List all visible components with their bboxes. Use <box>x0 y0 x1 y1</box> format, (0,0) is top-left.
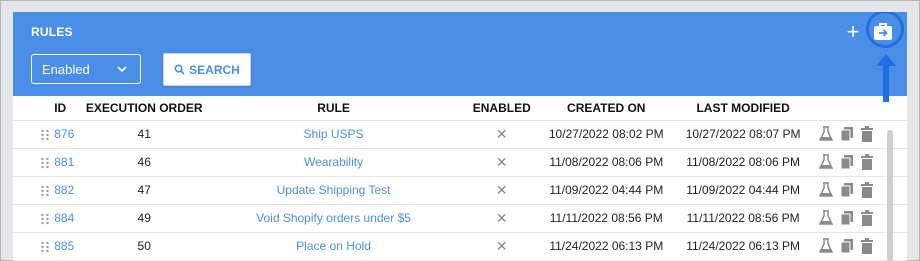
page-title: RULES <box>31 25 73 39</box>
created-on: 11/09/2022 04:44 PM <box>539 176 674 205</box>
last-modified: 10/27/2022 08:07 PM <box>673 120 813 149</box>
col-header-enabled[interactable]: ENABLED <box>464 96 540 121</box>
search-label: SEARCH <box>189 62 240 77</box>
col-header-id[interactable]: ID <box>54 96 86 121</box>
highlight-ring <box>866 12 904 48</box>
drag-handle[interactable] <box>13 204 55 233</box>
add-rule-button[interactable]: + <box>843 20 863 44</box>
plus-icon: + <box>846 19 860 44</box>
table-row[interactable]: 882 47 Update Shipping Test ✕ 11/09/2022… <box>13 176 907 205</box>
trash-icon[interactable] <box>861 238 874 254</box>
drag-handle-icon <box>41 185 49 197</box>
created-on: 10/27/2022 08:02 PM <box>539 120 674 149</box>
rule-id-link[interactable]: 876 <box>54 120 86 149</box>
rule-name-link[interactable]: Update Shipping Test <box>202 176 465 205</box>
drag-handle-icon <box>41 157 49 169</box>
rule-id-link[interactable]: 882 <box>54 176 86 205</box>
drag-handle[interactable] <box>13 232 55 261</box>
copy-icon[interactable] <box>840 154 854 170</box>
flask-icon[interactable] <box>818 154 833 170</box>
rules-panel: RULES Enabled SEARCH + ID EXECUTION ORDE… <box>13 12 907 261</box>
trash-icon[interactable] <box>861 126 874 142</box>
col-header-created-on[interactable]: CREATED ON <box>539 96 674 121</box>
drag-handle-icon <box>41 129 49 141</box>
table-scrollbar[interactable] <box>887 130 893 261</box>
trash-icon[interactable] <box>861 154 874 170</box>
filter-value: Enabled <box>42 61 90 77</box>
rules-header: RULES Enabled SEARCH + <box>13 12 907 96</box>
execution-order: 50 <box>85 232 203 261</box>
rules-table: ID EXECUTION ORDER RULE ENABLED CREATED … <box>13 96 907 261</box>
col-header-last-modified[interactable]: LAST MODIFIED <box>673 96 813 121</box>
last-modified: 11/08/2022 08:06 PM <box>673 148 813 177</box>
flask-icon[interactable] <box>818 182 833 198</box>
col-header-execution-order[interactable]: EXECUTION ORDER <box>85 96 203 121</box>
drag-handle[interactable] <box>13 148 55 177</box>
execution-order: 41 <box>85 120 203 149</box>
trash-icon[interactable] <box>861 210 874 226</box>
table-row[interactable]: 881 46 Wearability ✕ 11/08/2022 08:06 PM… <box>13 148 907 177</box>
rule-name-link[interactable]: Ship USPS <box>202 120 465 149</box>
table-row[interactable]: 884 49 Void Shopify orders under $5 ✕ 11… <box>13 204 907 233</box>
last-modified: 11/24/2022 06:13 PM <box>673 232 813 261</box>
rule-name-link[interactable]: Void Shopify orders under $5 <box>202 204 465 233</box>
chevron-down-icon <box>117 66 127 73</box>
close-icon: ✕ <box>464 176 540 205</box>
copy-icon[interactable] <box>840 182 854 198</box>
last-modified: 11/09/2022 04:44 PM <box>673 176 813 205</box>
close-icon: ✕ <box>464 148 540 177</box>
rule-id-link[interactable]: 885 <box>54 232 86 261</box>
enabled-filter-select[interactable]: Enabled <box>31 54 141 84</box>
rule-id-link[interactable]: 884 <box>54 204 86 233</box>
copy-icon[interactable] <box>840 210 854 226</box>
flask-icon[interactable] <box>818 126 833 142</box>
execution-order: 47 <box>85 176 203 205</box>
drag-handle[interactable] <box>13 176 55 205</box>
rule-name-link[interactable]: Place on Hold <box>202 232 465 261</box>
table-row[interactable]: 876 41 Ship USPS ✕ 10/27/2022 08:02 PM 1… <box>13 120 907 149</box>
search-button[interactable]: SEARCH <box>163 53 251 86</box>
created-on: 11/24/2022 06:13 PM <box>539 232 674 261</box>
last-modified: 11/11/2022 08:56 PM <box>673 204 813 233</box>
execution-order: 49 <box>85 204 203 233</box>
drag-handle-icon <box>41 213 49 225</box>
trash-icon[interactable] <box>861 182 874 198</box>
flask-icon[interactable] <box>818 238 833 254</box>
drag-handle-icon <box>41 241 49 253</box>
table-row[interactable]: 885 50 Place on Hold ✕ 11/24/2022 06:13 … <box>13 232 907 261</box>
close-icon: ✕ <box>464 232 540 261</box>
copy-icon[interactable] <box>840 238 854 254</box>
rule-name-link[interactable]: Wearability <box>202 148 465 177</box>
drag-handle[interactable] <box>13 120 55 149</box>
screenshot-frame: RULES Enabled SEARCH + ID EXECUTION ORDE… <box>0 0 920 261</box>
arrow-up-icon <box>876 54 896 102</box>
execution-order: 46 <box>85 148 203 177</box>
rule-id-link[interactable]: 881 <box>54 148 86 177</box>
search-icon <box>174 64 185 75</box>
copy-icon[interactable] <box>840 126 854 142</box>
close-icon: ✕ <box>464 120 540 149</box>
created-on: 11/08/2022 08:06 PM <box>539 148 674 177</box>
close-icon: ✕ <box>464 204 540 233</box>
flask-icon[interactable] <box>818 210 833 226</box>
col-header-rule[interactable]: RULE <box>202 96 465 121</box>
created-on: 11/11/2022 08:56 PM <box>539 204 674 233</box>
table-header-row: ID EXECUTION ORDER RULE ENABLED CREATED … <box>13 96 907 121</box>
